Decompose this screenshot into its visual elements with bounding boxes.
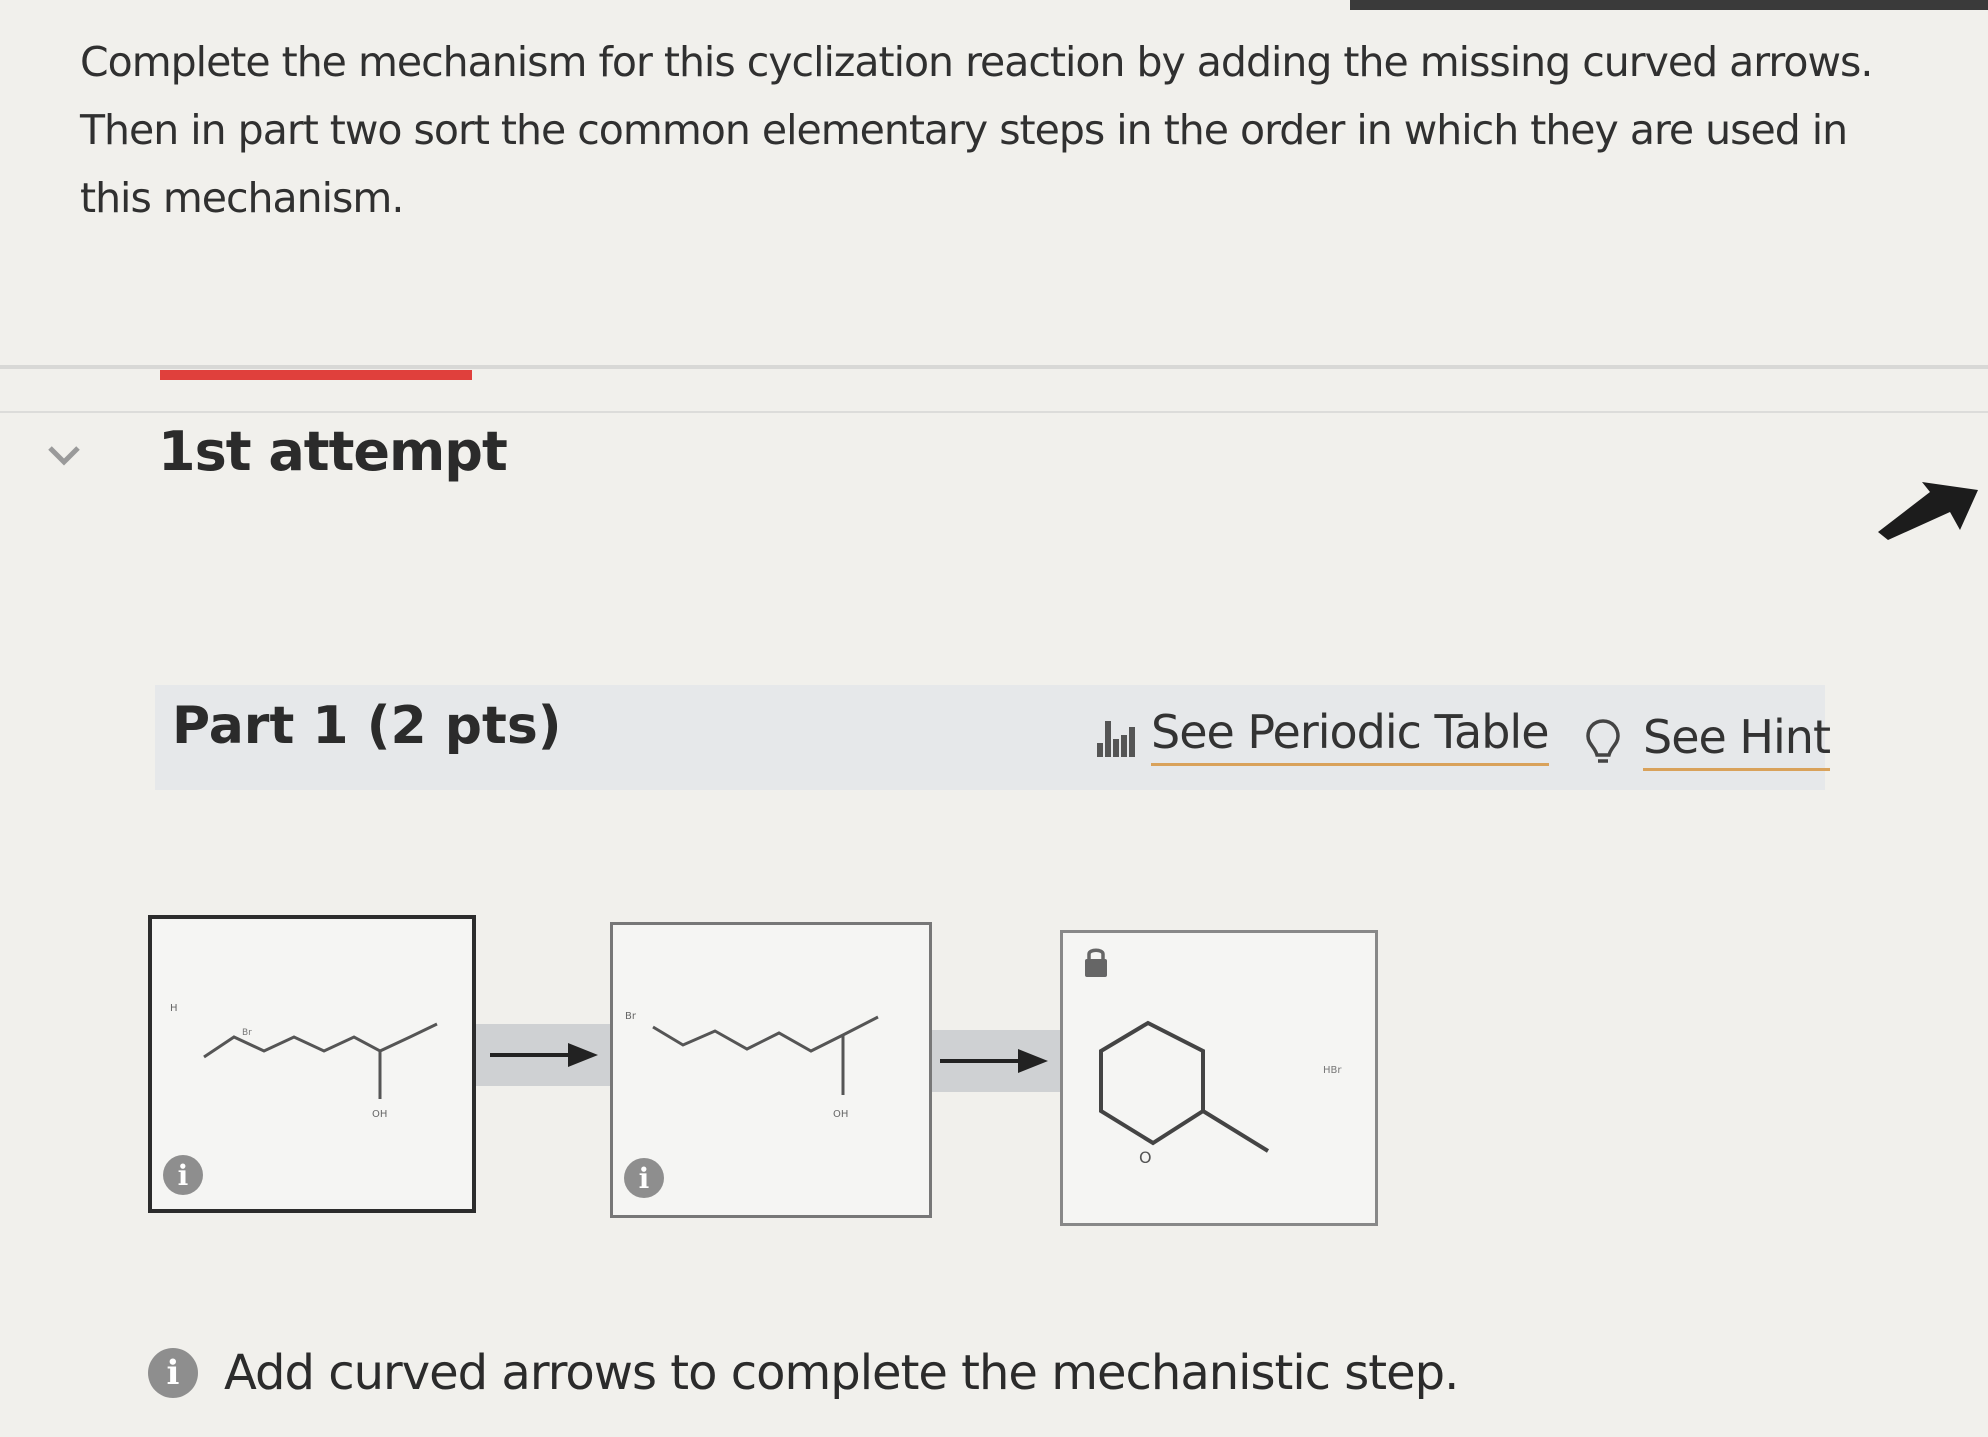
svg-text:OH: OH <box>833 1109 848 1120</box>
top-accent-bar <box>1350 0 1988 10</box>
info-icon[interactable]: i <box>624 1158 664 1198</box>
chevron-down-icon[interactable] <box>44 440 84 470</box>
feedback-message-text: Add curved arrows to complete the mechan… <box>224 1345 1459 1401</box>
section-divider-lower <box>0 411 1988 413</box>
svg-text:H: H <box>170 1003 178 1014</box>
see-hint-label: See Hint <box>1643 710 1831 771</box>
part-title: Part 1 (2 pts) <box>172 696 562 756</box>
attempt-progress-indicator <box>160 370 472 380</box>
question-text: Complete the mechanism for this cyclizat… <box>80 38 1873 222</box>
attempt-title: 1st attempt <box>158 420 508 483</box>
see-hint-link[interactable]: See Hint <box>1585 710 1831 771</box>
reaction-arrow-icon <box>940 1049 1048 1073</box>
lightbulb-icon <box>1586 718 1620 763</box>
see-periodic-table-label: See Periodic Table <box>1151 705 1550 766</box>
molecule-intermediate: Br OH <box>625 1011 879 1120</box>
info-icon: i <box>148 1348 198 1398</box>
svg-text:HBr: HBr <box>1323 1065 1342 1076</box>
svg-text:O: O <box>1139 1148 1152 1167</box>
reaction-arrow-icon <box>490 1043 598 1067</box>
see-periodic-table-link[interactable]: See Periodic Table <box>1095 705 1550 766</box>
lock-icon <box>1085 948 1107 977</box>
section-divider <box>0 365 1988 369</box>
feedback-message: i Add curved arrows to complete the mech… <box>148 1345 1459 1401</box>
molecule-starting-material: H OH Br <box>170 1003 438 1120</box>
svg-text:Br: Br <box>625 1011 637 1022</box>
periodic-table-icon <box>1097 720 1135 757</box>
svg-text:Br: Br <box>242 1028 252 1038</box>
info-icon[interactable]: i <box>163 1155 203 1195</box>
mechanism-product-canvas: O HBr <box>1060 930 1378 1226</box>
mouse-cursor-icon <box>1878 482 1978 540</box>
svg-text:OH: OH <box>372 1109 387 1120</box>
molecule-tetrahydropyran-product: O HBr <box>1099 1020 1342 1167</box>
